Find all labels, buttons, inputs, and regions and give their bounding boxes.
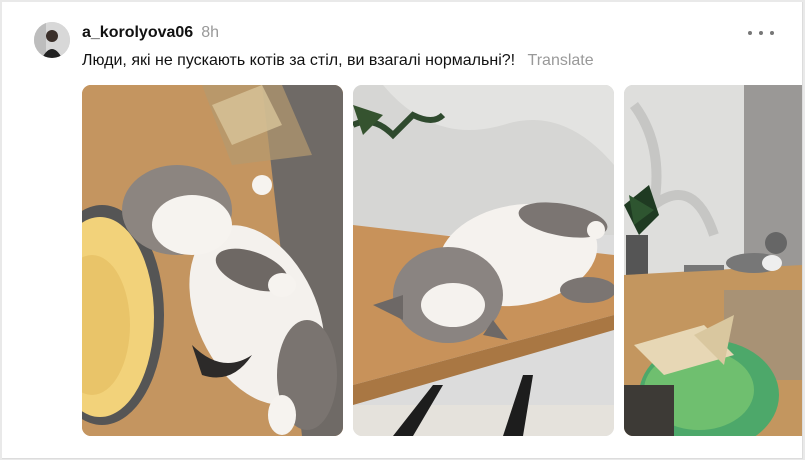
- photo-1-image: [82, 85, 343, 436]
- more-options-button[interactable]: [748, 26, 774, 40]
- translate-link[interactable]: Translate: [528, 52, 594, 69]
- photo-3[interactable]: [624, 85, 802, 436]
- more-dot: [770, 31, 774, 35]
- post-text: Люди, які не пускають котів за стіл, ви …: [82, 52, 516, 69]
- post-time[interactable]: 8h: [201, 24, 219, 42]
- post-text-row: Люди, які не пускають котів за стіл, ви …: [82, 52, 594, 70]
- more-dot: [748, 31, 752, 35]
- photo-2-image: [353, 85, 614, 436]
- more-dot: [759, 31, 763, 35]
- photo-gallery: [82, 85, 802, 436]
- photo-2[interactable]: [353, 85, 614, 436]
- avatar[interactable]: [34, 22, 70, 58]
- photo-1[interactable]: [82, 85, 343, 436]
- post-card: a_korolyova06 8h Люди, які не пускають к…: [2, 2, 803, 459]
- avatar-image: [34, 22, 70, 58]
- photo-3-image: [624, 85, 802, 436]
- post-header: a_korolyova06 8h: [82, 22, 219, 44]
- username[interactable]: a_korolyova06: [82, 24, 193, 42]
